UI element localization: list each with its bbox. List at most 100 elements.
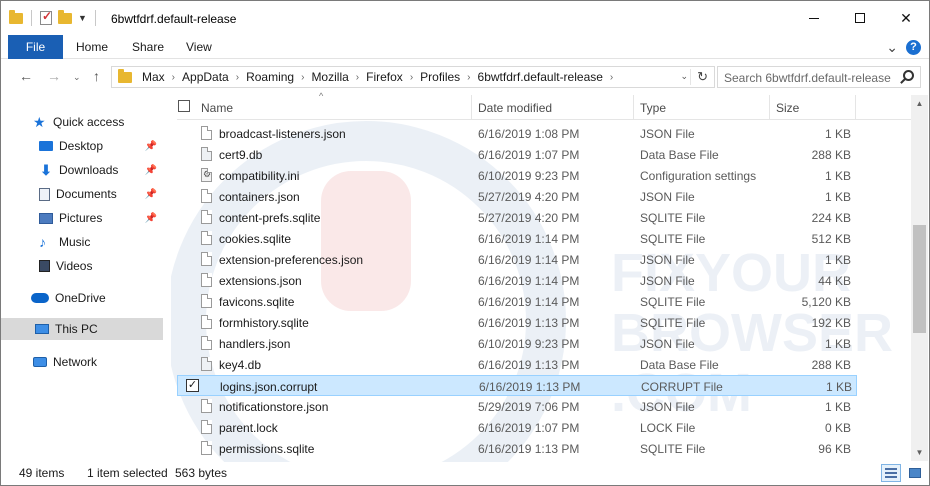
file-row-selected[interactable]: ✓ logins.json.corrupt 6/16/2019 1:13 PM …	[177, 375, 857, 396]
chevron-right-icon[interactable]: ›	[467, 72, 470, 83]
sqlite-file-icon	[201, 441, 212, 455]
file-row[interactable]: extension-preferences.json 6/16/2019 1:1…	[177, 249, 857, 270]
download-arrow-icon: ⬇	[40, 162, 52, 178]
file-row[interactable]: broadcast-listeners.json 6/16/2019 1:08 …	[177, 123, 857, 144]
sidebar-item-this-pc[interactable]: This PC	[1, 318, 163, 340]
column-header-type[interactable]: Type	[640, 101, 666, 115]
breadcrumb-item[interactable]: 6bwtfdrf.default-release	[478, 70, 603, 84]
address-dropdown-icon[interactable]: ⌄	[680, 71, 688, 82]
new-folder-icon[interactable]	[58, 9, 72, 24]
file-row[interactable]: content-prefs.sqlite 5/27/2019 4:20 PM S…	[177, 207, 857, 228]
file-type: JSON File	[640, 274, 695, 288]
help-icon[interactable]: ?	[906, 40, 921, 55]
file-row[interactable]: cookies.sqlite 6/16/2019 1:14 PM SQLITE …	[177, 228, 857, 249]
select-all-checkbox[interactable]	[178, 100, 190, 112]
scroll-up-icon[interactable]: ▲	[911, 95, 928, 112]
file-row[interactable]: permissions.sqlite 6/16/2019 1:13 PM SQL…	[177, 438, 857, 459]
breadcrumb-item[interactable]: Roaming	[246, 70, 294, 84]
sidebar-item-network[interactable]: Network	[1, 351, 163, 373]
tab-home[interactable]: Home	[76, 35, 108, 59]
recent-locations-icon[interactable]: ⌄	[73, 72, 81, 83]
file-row[interactable]: handlers.json 6/10/2019 9:23 PM JSON Fil…	[177, 333, 857, 354]
file-row[interactable]: key4.db 6/16/2019 1:13 PM Data Base File…	[177, 354, 857, 375]
maximize-button[interactable]	[837, 1, 883, 35]
sidebar-item-quick-access[interactable]: ★ Quick access	[1, 111, 163, 133]
file-name: extensions.json	[219, 274, 302, 288]
up-arrow-icon[interactable]: ↑	[93, 68, 100, 84]
chevron-right-icon[interactable]: ›	[236, 72, 239, 83]
expand-ribbon-icon[interactable]: ⌄	[886, 39, 898, 56]
file-row[interactable]: parent.lock 6/16/2019 1:07 PM LOCK File …	[177, 417, 857, 438]
chevron-down-icon[interactable]: ▼	[78, 13, 87, 23]
row-checkbox[interactable]: ✓	[186, 379, 199, 392]
column-header-name[interactable]: Name	[201, 101, 233, 115]
file-size: 288 KB	[811, 148, 851, 162]
sidebar-item-pictures[interactable]: Pictures 📌	[1, 207, 163, 229]
sidebar-item-onedrive[interactable]: OneDrive	[1, 287, 163, 309]
file-row[interactable]: formhistory.sqlite 6/16/2019 1:13 PM SQL…	[177, 312, 857, 333]
file-row[interactable]: favicons.sqlite 6/16/2019 1:14 PM SQLITE…	[177, 291, 857, 312]
details-view-button[interactable]	[881, 464, 901, 482]
music-note-icon: ♪	[39, 234, 46, 250]
file-type: SQLITE File	[640, 211, 706, 225]
sidebar-item-downloads[interactable]: ⬇ Downloads 📌	[1, 159, 163, 181]
chevron-right-icon[interactable]: ›	[301, 72, 304, 83]
column-header-size[interactable]: Size	[776, 101, 799, 115]
scroll-down-icon[interactable]: ▼	[911, 444, 928, 461]
breadcrumb-item[interactable]: AppData	[182, 70, 229, 84]
breadcrumb-item[interactable]: Profiles	[420, 70, 460, 84]
breadcrumb-item[interactable]: Max	[142, 70, 165, 84]
chevron-right-icon[interactable]: ›	[172, 72, 175, 83]
pin-icon[interactable]: 📌	[145, 189, 157, 200]
search-icon[interactable]	[903, 70, 914, 81]
search-input[interactable]: Search 6bwtfdrf.default-release	[717, 66, 921, 88]
file-size: 1 KB	[824, 190, 851, 204]
folder-icon[interactable]	[9, 9, 23, 24]
sidebar-item-desktop[interactable]: Desktop 📌	[1, 135, 163, 157]
scrollbar-thumb[interactable]	[913, 225, 926, 333]
file-row[interactable]: containers.json 5/27/2019 4:20 PM JSON F…	[177, 186, 857, 207]
close-button[interactable]: ✕	[883, 1, 929, 35]
large-icons-view-button[interactable]	[905, 464, 925, 482]
file-name: containers.json	[219, 190, 300, 204]
chevron-right-icon[interactable]: ›	[410, 72, 413, 83]
json-file-icon	[201, 273, 212, 287]
close-icon: ✕	[900, 9, 912, 26]
file-row[interactable]: compatibility.ini 6/10/2019 9:23 PM Conf…	[177, 165, 857, 186]
file-date: 6/16/2019 1:14 PM	[478, 232, 580, 246]
vertical-scrollbar[interactable]: ▲ ▼	[911, 95, 928, 461]
file-size: 1 KB	[824, 337, 851, 351]
properties-icon[interactable]	[40, 9, 52, 25]
file-row[interactable]: extensions.json 6/16/2019 1:14 PM JSON F…	[177, 270, 857, 291]
column-header-date[interactable]: Date modified	[478, 101, 552, 115]
back-arrow-icon[interactable]: ←	[19, 68, 33, 84]
file-size: 1 KB	[825, 380, 852, 394]
chevron-right-icon[interactable]: ›	[356, 72, 359, 83]
chevron-right-icon[interactable]: ›	[610, 72, 613, 83]
refresh-icon[interactable]: ↻	[690, 69, 708, 85]
pin-icon[interactable]: 📌	[145, 141, 157, 152]
tab-file[interactable]: File	[8, 35, 63, 59]
file-explorer-window: FIXYOUR BROWSER .COM ▼ 6bwtfdrf.default-…	[0, 0, 930, 486]
forward-arrow-icon[interactable]: →	[47, 68, 61, 84]
sqlite-file-icon	[201, 294, 212, 308]
minimize-button[interactable]	[791, 1, 837, 35]
sidebar-item-music[interactable]: ♪ Music	[1, 231, 163, 253]
sidebar-item-documents[interactable]: Documents 📌	[1, 183, 163, 205]
tab-share[interactable]: Share	[132, 35, 164, 59]
pin-icon[interactable]: 📌	[145, 165, 157, 176]
sidebar-item-videos[interactable]: Videos	[1, 255, 163, 277]
database-file-icon	[201, 147, 212, 161]
breadcrumb-item[interactable]: Mozilla	[311, 70, 348, 84]
file-size: 224 KB	[811, 211, 851, 225]
file-row[interactable]: cert9.db 6/16/2019 1:07 PM Data Base Fil…	[177, 144, 857, 165]
json-file-icon	[201, 126, 212, 140]
file-row[interactable]: notificationstore.json 5/29/2019 7:06 PM…	[177, 396, 857, 417]
address-bar[interactable]: Max › AppData › Roaming › Mozilla › Fire…	[111, 66, 715, 88]
tab-view[interactable]: View	[186, 35, 212, 59]
search-placeholder: Search 6bwtfdrf.default-release	[724, 71, 891, 85]
file-date: 6/16/2019 1:13 PM	[478, 442, 580, 456]
breadcrumb-item[interactable]: Firefox	[366, 70, 403, 84]
pin-icon[interactable]: 📌	[145, 213, 157, 224]
file-name: favicons.sqlite	[219, 295, 295, 309]
